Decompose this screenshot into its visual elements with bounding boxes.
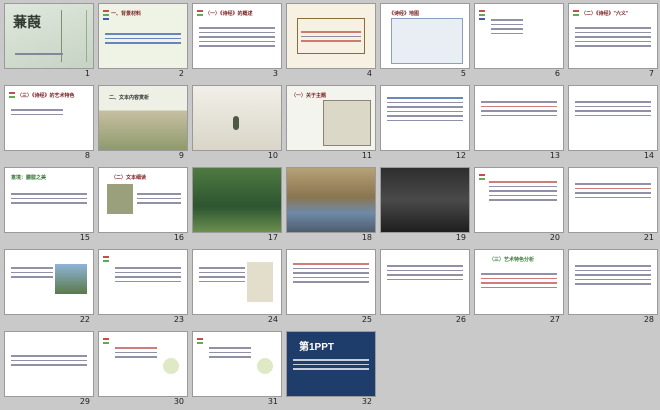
- slide-thumb-11[interactable]: （一）关于主题 11: [286, 85, 376, 164]
- slide-thumb-15[interactable]: 意境：朦胧之美 15: [4, 167, 94, 246]
- slide-thumb-29[interactable]: 29: [4, 331, 94, 410]
- bubble-icon: [257, 358, 273, 374]
- slide-number: 17: [267, 233, 278, 242]
- slide-thumb-14[interactable]: 14: [568, 85, 658, 164]
- slide-title: （二）文本细读: [111, 175, 147, 181]
- ink-figure: [247, 262, 273, 302]
- slide-title: 蒹葭: [13, 15, 41, 31]
- slide-thumb-2[interactable]: 一、背景材料 2: [98, 3, 188, 82]
- slide-number: 1: [84, 69, 90, 78]
- scroll-image: [323, 100, 371, 146]
- slide-number: 20: [549, 233, 560, 242]
- slide-number: 27: [549, 315, 560, 324]
- slide-title: （一）关于主题: [291, 93, 327, 99]
- slide-number: 30: [173, 397, 184, 406]
- slide-number: 6: [554, 69, 560, 78]
- slide-number: 25: [361, 315, 372, 324]
- slide-title: （三）艺术特色分析: [489, 257, 535, 263]
- slide-thumb-16[interactable]: （二）文本细读 16: [98, 167, 188, 246]
- slide-title: 二、文本内容赏析: [109, 95, 150, 101]
- slide-number: 19: [455, 233, 466, 242]
- slide-thumb-31[interactable]: 31: [192, 331, 282, 410]
- slide-number: 10: [267, 151, 278, 160]
- slide-thumb-1[interactable]: 蒹葭 1: [4, 3, 94, 82]
- slide-thumb-17[interactable]: 17: [192, 167, 282, 246]
- slide-thumb-9[interactable]: 二、文本内容赏析 9: [98, 85, 188, 164]
- slide-number: 21: [643, 233, 654, 242]
- slide-number: 8: [84, 151, 90, 160]
- landscape-photo: [55, 264, 87, 294]
- slide-number: 26: [455, 315, 466, 324]
- slide-thumb-4[interactable]: 4: [286, 3, 376, 82]
- slide-thumb-25[interactable]: 25: [286, 249, 376, 328]
- slide-title: 一、背景材料: [111, 11, 142, 17]
- slide-thumb-23[interactable]: 23: [98, 249, 188, 328]
- reed-graphic: [61, 10, 87, 62]
- slide-thumb-3[interactable]: （一）《诗经》的概述 3: [192, 3, 282, 82]
- slide-thumb-18[interactable]: 18: [286, 167, 376, 246]
- slide-title: （一）《诗经》的概述: [205, 11, 253, 17]
- slide-thumb-21[interactable]: 21: [568, 167, 658, 246]
- slide-number: 11: [361, 151, 372, 160]
- slide-number: 4: [366, 69, 372, 78]
- slide-thumb-24[interactable]: 24: [192, 249, 282, 328]
- slide-thumb-28[interactable]: 28: [568, 249, 658, 328]
- slide-number: 9: [178, 151, 184, 160]
- slide-thumb-30[interactable]: 30: [98, 331, 188, 410]
- bubble-icon: [163, 358, 179, 374]
- slide-number: 24: [267, 315, 278, 324]
- slide-number: 12: [455, 151, 466, 160]
- slide-thumb-20[interactable]: 20: [474, 167, 564, 246]
- slide-number: 13: [549, 151, 560, 160]
- slide-number: 5: [460, 69, 466, 78]
- map-graphic: [391, 18, 463, 64]
- slide-thumb-10[interactable]: 10: [192, 85, 282, 164]
- slide-thumb-27[interactable]: （三）艺术特色分析 27: [474, 249, 564, 328]
- slide-thumb-12[interactable]: 12: [380, 85, 470, 164]
- slide-thumb-8[interactable]: （三）《诗经》的艺术特色 8: [4, 85, 94, 164]
- slide-number: 22: [79, 315, 90, 324]
- thumb-photo: [107, 184, 133, 214]
- slide-number: 18: [361, 233, 372, 242]
- slide-number: 29: [79, 397, 90, 406]
- slide-thumb-5[interactable]: 《诗经》地图 5: [380, 3, 470, 82]
- brand-logo: 第1PPT: [299, 342, 335, 353]
- slide-thumb-6[interactable]: 6: [474, 3, 564, 82]
- slide-thumb-32[interactable]: 第1PPT 32: [286, 331, 376, 410]
- slide-number: 2: [178, 69, 184, 78]
- slide-number: 14: [643, 151, 654, 160]
- slide-grid: 蒹葭 1 一、背景材料 2 （一）《诗经》的概述 3 4 《诗经》地图 5 6 …: [0, 0, 660, 410]
- slide-number: 3: [272, 69, 278, 78]
- slide-number: 31: [267, 397, 278, 406]
- slide-number: 23: [173, 315, 184, 324]
- slide-thumb-26[interactable]: 26: [380, 249, 470, 328]
- ink-figure: [233, 116, 239, 130]
- slide-thumb-19[interactable]: 19: [380, 167, 470, 246]
- slide-title: （二）《诗经》"六义": [581, 11, 629, 17]
- slide-title: 《诗经》地图: [389, 11, 420, 17]
- slide-title: （三）《诗经》的艺术特色: [17, 93, 75, 99]
- slide-number: 15: [79, 233, 90, 242]
- slide-number: 32: [361, 397, 372, 406]
- slide-number: 16: [173, 233, 184, 242]
- slide-thumb-13[interactable]: 13: [474, 85, 564, 164]
- slide-number: 28: [643, 315, 654, 324]
- slide-thumb-7[interactable]: （二）《诗经》"六义" 7: [568, 3, 658, 82]
- slide-number: 7: [648, 69, 654, 78]
- slide-thumb-22[interactable]: 22: [4, 249, 94, 328]
- slide-title: 意境：朦胧之美: [11, 175, 47, 181]
